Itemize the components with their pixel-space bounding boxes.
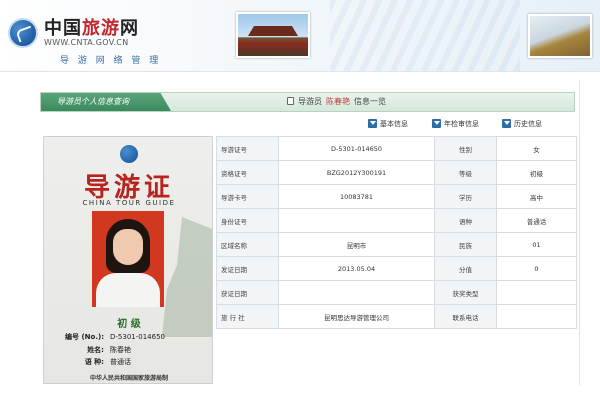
page-titlebar: 导游员个人信息查询 导游员 陈春艳 信息一览: [40, 92, 575, 112]
document-icon: [287, 97, 294, 105]
annual-check-link[interactable]: 年检审信息: [432, 118, 479, 130]
tour-guide-card: 导游证 CHINA TOUR GUIDE 初 级 编号 (No.): D-5301…: [43, 136, 213, 384]
field-value: 昆明市: [278, 232, 435, 257]
card-subtitle: CHINA TOUR GUIDE: [82, 199, 176, 207]
brand-text-post: 网: [120, 18, 139, 39]
field-value: 10083781: [278, 184, 435, 209]
field-label: 旅 行 社: [216, 304, 279, 329]
card-number-value: D-5301-014650: [110, 333, 165, 341]
cnta-logo-icon[interactable]: [8, 18, 38, 48]
field-value: [278, 208, 435, 233]
breadcrumb-prefix: 导游员: [298, 97, 322, 106]
brand-text-pre: 中国: [44, 18, 82, 39]
field-label: 民族: [434, 232, 497, 257]
field-value: 0: [496, 256, 577, 281]
site-brand[interactable]: 中国旅游网: [44, 14, 139, 40]
card-language-row: 语 种: 普通话: [44, 357, 214, 367]
field-label: 资格证号: [216, 160, 279, 185]
field-label: 等级: [434, 160, 497, 185]
breadcrumb: 导游员 陈春艳 信息一览: [287, 93, 386, 111]
table-row: 旅 行 社 昆明思达导游管理公司 联系电话: [216, 304, 577, 329]
card-level: 初 级: [117, 319, 141, 330]
card-number-label: 编号 (No.):: [65, 333, 104, 341]
card-language-value: 普通话: [110, 358, 131, 366]
table-row: 区域名称 昆明市 民族 01: [216, 232, 577, 257]
guide-info-table: 导游证号 D-5301-014650 性别 女 资格证号 BZG2012Y300…: [216, 136, 577, 329]
brand-text-accent: 旅游: [82, 18, 120, 39]
photo-face: [113, 229, 143, 265]
card-name-label: 姓名:: [87, 346, 104, 354]
page-title: 导游员个人信息查询: [41, 93, 171, 111]
field-label: 学历: [434, 184, 497, 209]
field-label: 发证日期: [216, 256, 279, 281]
history-info-label: 历史信息: [514, 120, 542, 128]
card-emblem-icon: [120, 145, 138, 163]
breadcrumb-suffix: 信息一览: [354, 97, 386, 106]
field-value: 高中: [496, 184, 577, 209]
table-row: 获证日期 获奖类型: [216, 280, 577, 305]
table-row: 发证日期 2013.05.04 分值 0: [216, 256, 577, 281]
field-value: 普通话: [496, 208, 577, 233]
history-info-link[interactable]: 历史信息: [502, 118, 542, 130]
field-label: 导游卡号: [216, 184, 279, 209]
photo-body: [96, 273, 160, 307]
field-value: 2013.05.04: [278, 256, 435, 281]
table-row: 导游证号 D-5301-014650 性别 女: [216, 136, 577, 161]
field-value: [278, 280, 435, 305]
field-label: 语种: [434, 208, 497, 233]
field-value: D-5301-014650: [278, 136, 435, 161]
field-label: 导游证号: [216, 136, 279, 161]
field-label: 区域名称: [216, 232, 279, 257]
field-label: 联系电话: [434, 304, 497, 329]
site-subtitle: 导 游 网 络 管 理: [60, 56, 162, 66]
basic-info-link[interactable]: 基本信息: [368, 118, 408, 130]
field-value: [496, 280, 577, 305]
banner-decoration: [330, 0, 520, 71]
guide-photo: [92, 211, 164, 307]
field-label: 获奖类型: [434, 280, 497, 305]
field-label: 性别: [434, 136, 497, 161]
table-row: 身份证号 语种 普通话: [216, 208, 577, 233]
field-value: BZG2012Y300191: [278, 160, 435, 185]
table-row: 导游卡号 10083781 学历 高中: [216, 184, 577, 209]
site-url: WWW.CNTA.GOV.CN: [44, 38, 129, 47]
field-value: 女: [496, 136, 577, 161]
card-language-label: 语 种:: [84, 358, 104, 366]
field-label: 分值: [434, 256, 497, 281]
breadcrumb-guide-name: 陈春艳: [326, 97, 350, 106]
card-issuer: 中华人民共和国国家旅游局制: [89, 375, 168, 382]
arrow-down-icon: [368, 119, 377, 128]
field-value: 01: [496, 232, 577, 257]
field-value: [496, 304, 577, 329]
great-wall-photo: [528, 14, 592, 58]
field-value: 昆明思达导游管理公司: [278, 304, 435, 329]
arrow-down-icon: [432, 119, 441, 128]
field-label: 身份证号: [216, 208, 279, 233]
annual-check-label: 年检审信息: [444, 120, 479, 128]
arrow-down-icon: [502, 119, 511, 128]
card-name-value: 陈春艳: [110, 346, 131, 354]
basic-info-label: 基本信息: [380, 120, 408, 128]
field-label: 获证日期: [216, 280, 279, 305]
info-actions: 基本信息 年检审信息 历史信息: [360, 118, 575, 132]
site-header: 中国旅游网 WWW.CNTA.GOV.CN 导 游 网 络 管 理: [0, 0, 600, 72]
card-number-row: 编号 (No.): D-5301-014650: [44, 332, 214, 342]
content-border: [579, 80, 580, 385]
table-row: 资格证号 BZG2012Y300191 等级 初级: [216, 160, 577, 185]
field-value: 初级: [496, 160, 577, 185]
palace-photo: [236, 12, 310, 58]
card-name-row: 姓名: 陈春艳: [44, 345, 214, 355]
